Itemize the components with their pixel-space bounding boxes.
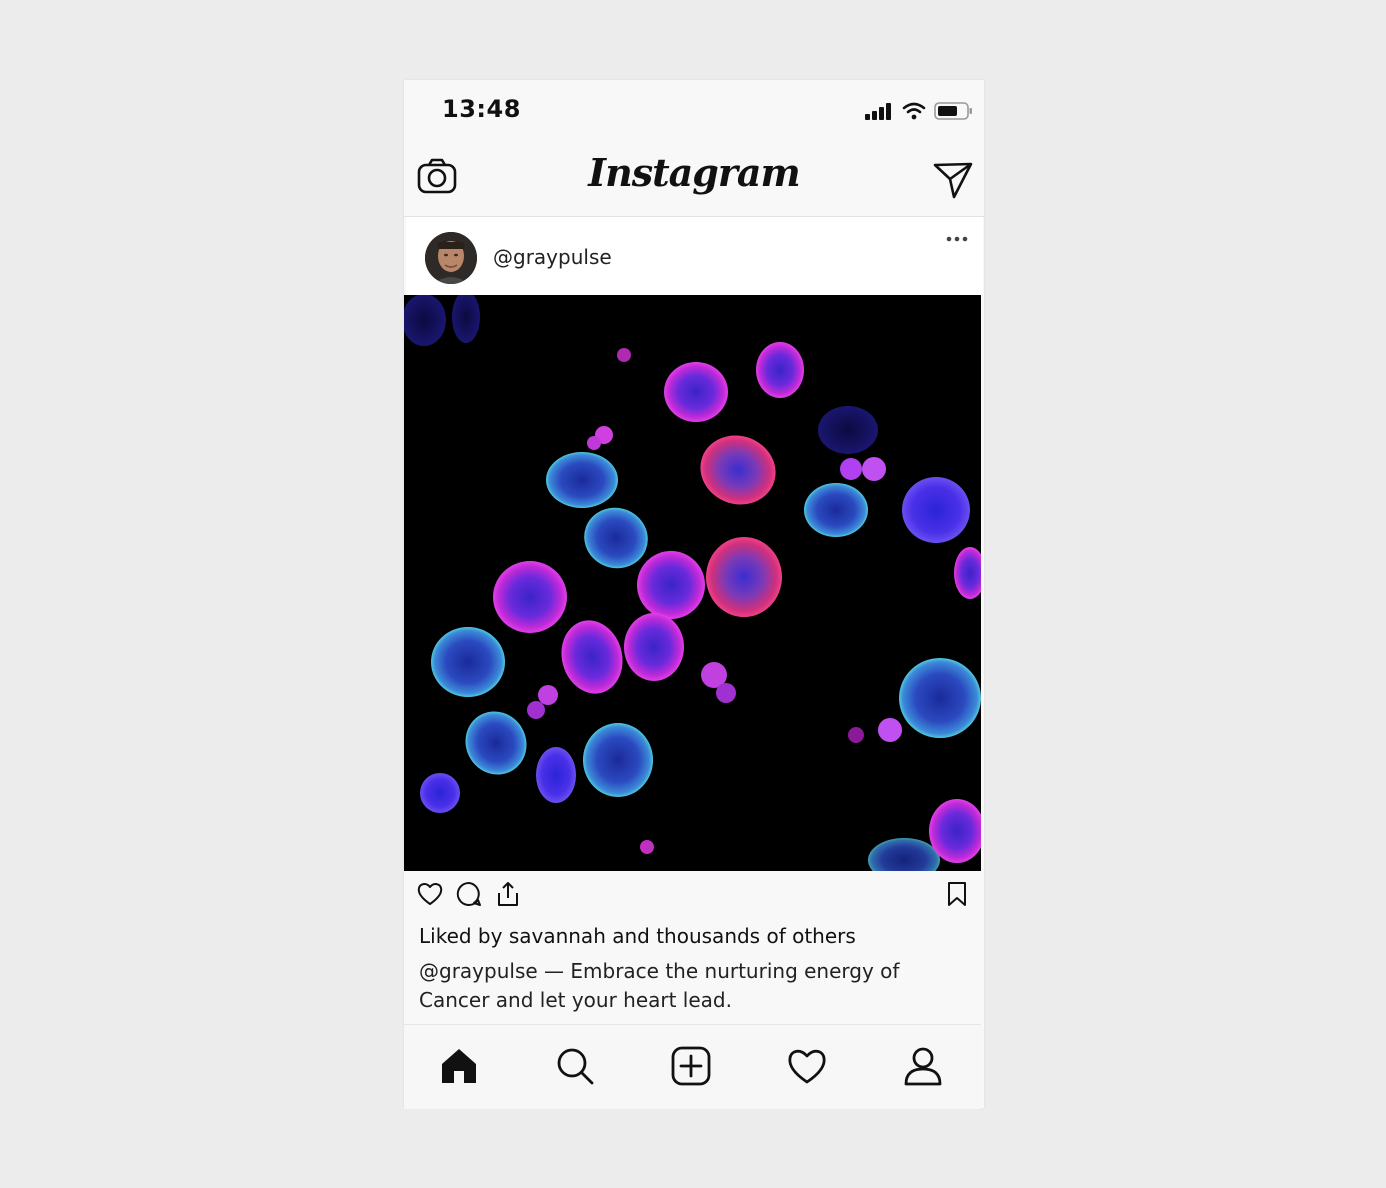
share-icon[interactable]	[494, 880, 522, 908]
profile-icon[interactable]	[902, 1045, 944, 1087]
status-bar: 13:48	[404, 80, 984, 142]
bottom-nav	[404, 1024, 981, 1109]
caption-username[interactable]: @graypulse	[419, 959, 538, 983]
post-actions	[404, 872, 984, 916]
signal-icon	[865, 103, 891, 120]
app-top-bar: Instagram	[404, 142, 984, 217]
instagram-logo: Instagram	[588, 150, 800, 195]
heart-icon[interactable]	[416, 880, 444, 908]
post-header: @graypulse	[406, 217, 983, 295]
battery-icon	[934, 102, 972, 120]
search-icon[interactable]	[554, 1045, 596, 1087]
paper-plane-icon[interactable]	[932, 159, 974, 201]
home-icon[interactable]	[438, 1045, 480, 1087]
post-caption: @graypulse — Embrace the nurturing energ…	[419, 957, 969, 1015]
status-icons	[864, 101, 974, 121]
ellipsis-icon[interactable]	[945, 231, 969, 247]
status-time: 13:48	[442, 95, 521, 123]
cells-micrograph-image	[404, 295, 981, 871]
post-image[interactable]	[404, 295, 981, 871]
add-post-icon[interactable]	[670, 1045, 712, 1087]
activity-heart-icon[interactable]	[786, 1045, 828, 1087]
post-username[interactable]: @graypulse	[493, 245, 612, 269]
avatar[interactable]	[425, 232, 477, 284]
bookmark-icon[interactable]	[943, 880, 971, 908]
comment-icon[interactable]	[455, 880, 483, 908]
wifi-icon	[902, 102, 926, 120]
phone-frame: 13:48 Instagram @graypulse Liked by sava…	[404, 80, 984, 1109]
likes-text: Liked by savannah and thousands of other…	[419, 924, 856, 948]
